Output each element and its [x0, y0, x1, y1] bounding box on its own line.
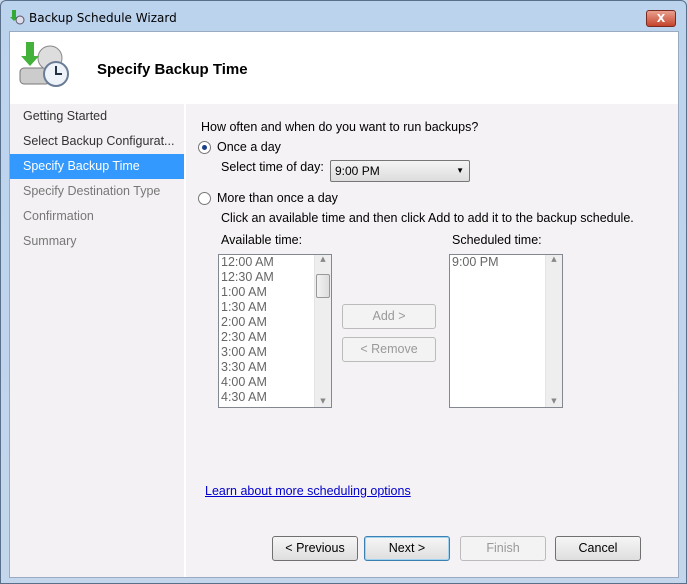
- window-title: Backup Schedule Wizard: [29, 11, 177, 25]
- time-of-day-value: 9:00 PM: [335, 164, 380, 178]
- page-title: Specify Backup Time: [97, 61, 248, 78]
- step-select-backup-configuration[interactable]: Select Backup Configurat...: [10, 129, 184, 154]
- wizard-steps: Getting Started Select Backup Configurat…: [10, 104, 184, 577]
- scroll-down-icon[interactable]: ▼: [315, 397, 331, 405]
- cancel-button[interactable]: Cancel: [555, 536, 641, 561]
- scheduled-time-list[interactable]: 9:00 PM ▲ ▼: [449, 254, 563, 408]
- scheduled-scrollbar[interactable]: ▲ ▼: [545, 255, 562, 407]
- step-getting-started[interactable]: Getting Started: [10, 104, 184, 129]
- remove-button[interactable]: < Remove: [342, 337, 436, 362]
- next-button[interactable]: Next >: [364, 536, 450, 561]
- instructions-text: Click an available time and then click A…: [221, 211, 634, 225]
- scroll-down-icon[interactable]: ▼: [546, 397, 562, 405]
- step-specify-backup-time[interactable]: Specify Backup Time: [10, 154, 184, 179]
- available-time-list[interactable]: 12:00 AM 12:30 AM 1:00 AM 1:30 AM 2:00 AM 2:3…: [218, 254, 332, 408]
- backup-wizard-icon: [10, 10, 25, 25]
- more-than-once-radio[interactable]: [198, 192, 211, 205]
- content-panel: How often and when do you want to run ba…: [186, 104, 678, 577]
- scheduled-time-label: Scheduled time:: [452, 233, 542, 247]
- available-scrollbar[interactable]: ▲ ▼: [314, 255, 331, 407]
- once-a-day-radio[interactable]: [198, 141, 211, 154]
- wizard-window: Backup Schedule Wizard X Specify Backup …: [0, 0, 687, 584]
- time-of-day-select[interactable]: 9:00 PM ▼: [330, 160, 470, 182]
- more-than-once-label[interactable]: More than once a day: [217, 191, 338, 205]
- scroll-up-icon[interactable]: ▲: [546, 255, 562, 263]
- step-summary: Summary: [23, 234, 77, 248]
- backup-clock-icon: [19, 42, 69, 87]
- scroll-thumb[interactable]: [316, 274, 330, 298]
- wizard-header: Specify Backup Time: [10, 32, 678, 104]
- time-of-day-label: Select time of day:: [221, 160, 324, 174]
- previous-button[interactable]: < Previous: [272, 536, 358, 561]
- step-specify-destination-type: Specify Destination Type: [23, 184, 161, 198]
- step-confirmation: Confirmation: [23, 209, 94, 223]
- chevron-down-icon: ▼: [456, 166, 464, 175]
- question-label: How often and when do you want to run ba…: [201, 120, 479, 134]
- once-a-day-label[interactable]: Once a day: [217, 140, 281, 154]
- close-button[interactable]: X: [646, 10, 676, 27]
- finish-button[interactable]: Finish: [460, 536, 546, 561]
- add-button[interactable]: Add >: [342, 304, 436, 329]
- scheduling-options-link[interactable]: Learn about more scheduling options: [205, 484, 411, 498]
- available-time-label: Available time:: [221, 233, 303, 247]
- scroll-up-icon[interactable]: ▲: [315, 255, 331, 263]
